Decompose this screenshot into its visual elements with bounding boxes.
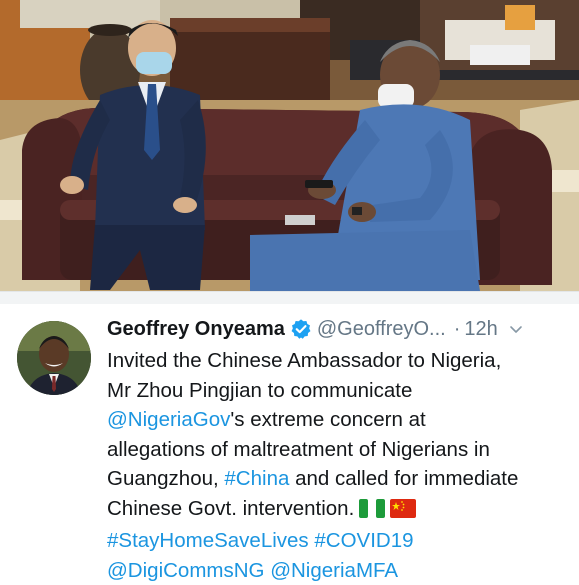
hashtag-covid19[interactable]: #COVID19 <box>314 529 413 552</box>
tweet-text-segment: 's extreme concern at <box>230 408 426 431</box>
photo-divider <box>0 291 579 304</box>
tweet-line: Mr Zhou Pingjian to communicate <box>107 378 413 402</box>
tweet[interactable]: Geoffrey Onyeama @GeoffreyO... · 12h Inv… <box>0 304 579 585</box>
mention-digicommsng[interactable]: @DigiCommsNG <box>107 559 264 582</box>
tweet-timestamp[interactable]: 12h <box>464 314 497 344</box>
tweet-text-segment: Guangzhou, <box>107 467 225 490</box>
avatar[interactable] <box>17 321 91 395</box>
separator-dot: · <box>453 318 461 340</box>
tweet-header: Geoffrey Onyeama @GeoffreyO... · 12h <box>107 314 569 344</box>
china-flag-icon <box>390 497 417 527</box>
mention-nigeriamfa[interactable]: @NigeriaMFA <box>270 559 398 582</box>
nigeria-flag-icon <box>359 497 386 527</box>
tweet-line: Invited the Chinese Ambassador to Nigeri… <box>107 349 502 372</box>
tweet-content: Geoffrey Onyeama @GeoffreyO... · 12h Inv… <box>107 314 569 585</box>
tweet-text: Invited the Chinese Ambassador to Nigeri… <box>107 346 569 585</box>
tweet-text-segment: and called for immediate <box>289 467 519 490</box>
author-name[interactable]: Geoffrey Onyeama <box>107 314 285 344</box>
tweet-line: Guangzhou, #China and called for immedia… <box>107 464 569 494</box>
tweet-text-segment: Chinese Govt. intervention. <box>107 496 355 520</box>
hashtag-stayhomesavelives[interactable]: #StayHomeSaveLives <box>107 529 309 552</box>
hashtag-china[interactable]: #China <box>224 467 289 490</box>
tweet-line: @NigeriaGov's extreme concern at <box>107 405 569 435</box>
tweet-line: @DigiCommsNG @NigeriaMFA <box>107 556 569 585</box>
chevron-down-icon[interactable] <box>508 321 524 337</box>
author-handle[interactable]: @GeoffreyO... <box>317 314 446 344</box>
tweet-line: Chinese Govt. intervention. <box>107 494 569 527</box>
tweet-line: #StayHomeSaveLives #COVID19 <box>107 526 569 556</box>
verified-badge-icon <box>290 318 312 340</box>
tweet-photo[interactable] <box>0 0 579 291</box>
office-meeting-photo <box>0 0 579 291</box>
mention-nigeriagov[interactable]: @NigeriaGov <box>107 408 230 431</box>
tweet-line: allegations of maltreatment of Nigerians… <box>107 437 490 461</box>
